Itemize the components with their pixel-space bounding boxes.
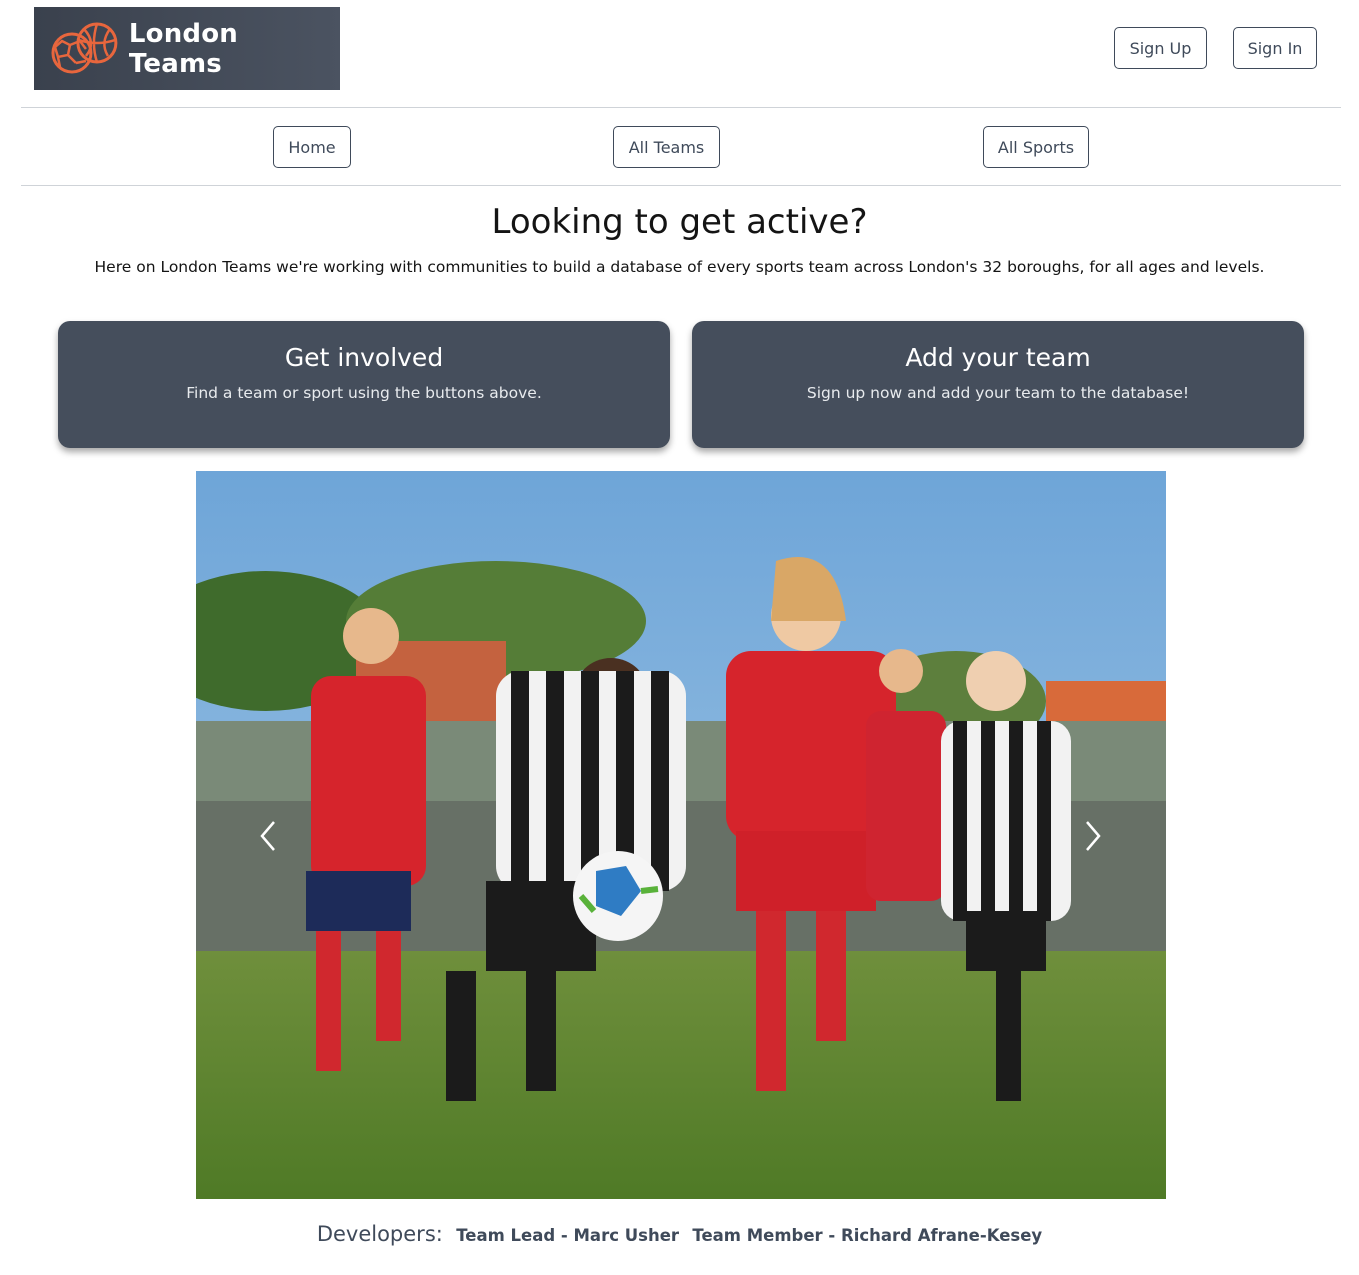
footer: Developers: Team Lead - Marc Usher Team … (0, 1222, 1359, 1246)
add-team-card: Add your team Sign up now and add your t… (692, 321, 1304, 448)
developer-team-lead: Team Lead - Marc Usher (456, 1226, 680, 1245)
nav-home-button[interactable]: Home (273, 126, 351, 168)
get-involved-text: Find a team or sport using the buttons a… (186, 384, 542, 402)
sign-up-button[interactable]: Sign Up (1114, 27, 1207, 69)
page-subtitle: Here on London Teams we're working with … (94, 258, 1265, 276)
nav-divider (21, 185, 1341, 186)
chevron-left-icon (260, 821, 275, 851)
get-involved-title: Get involved (284, 343, 444, 372)
logo-text: London Teams (128, 18, 239, 79)
get-involved-card: Get involved Find a team or sport using … (58, 321, 670, 448)
header-divider (21, 107, 1341, 108)
add-team-title: Add your team (905, 343, 1091, 372)
carousel-prev-button[interactable] (248, 801, 288, 871)
logo[interactable]: London Teams (34, 7, 340, 90)
developer-team-member: Team Member - Richard Afrane-Kesey (692, 1226, 1043, 1245)
nav-all-teams-button[interactable]: All Teams (613, 126, 720, 168)
chevron-right-icon (1086, 821, 1101, 851)
add-team-text: Sign up now and add your team to the dat… (806, 384, 1190, 402)
nav-all-sports-button[interactable]: All Sports (983, 126, 1089, 168)
page-title: Looking to get active? (491, 202, 868, 242)
developers-label: Developers: (316, 1222, 443, 1246)
sign-in-button[interactable]: Sign In (1233, 27, 1317, 69)
image-carousel[interactable] (196, 471, 1166, 1199)
carousel-photo (196, 471, 1166, 1199)
carousel-next-button[interactable] (1073, 801, 1113, 871)
sports-balls-icon (51, 22, 118, 73)
